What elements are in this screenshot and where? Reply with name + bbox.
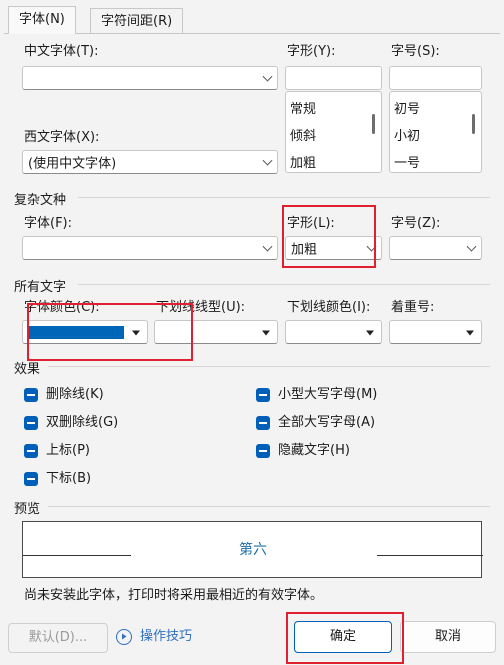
effects-heading: 效果 bbox=[14, 362, 41, 377]
superscript-checkbox[interactable] bbox=[24, 444, 38, 458]
font-color-swatch bbox=[28, 326, 124, 339]
all-caps-label: 全部大写字母(A) bbox=[278, 415, 376, 430]
style-input[interactable] bbox=[285, 66, 382, 90]
font-color-label: 字体颜色(C): bbox=[24, 300, 100, 315]
complex-divider bbox=[78, 197, 490, 198]
default-button[interactable]: 默认(D)... bbox=[8, 623, 108, 653]
complex-font-label: 字体(F): bbox=[24, 216, 73, 231]
tips-label: 操作技巧 bbox=[140, 629, 193, 644]
dropdown-triangle-icon bbox=[132, 330, 140, 336]
cancel-button[interactable]: 取消 bbox=[400, 621, 496, 653]
all-text-divider bbox=[78, 284, 490, 285]
size-item-1[interactable]: 小初 bbox=[394, 125, 420, 144]
western-font-value: (使用中文字体) bbox=[28, 156, 117, 172]
emphasis-label: 着重号: bbox=[391, 300, 435, 315]
style-label: 字形(Y): bbox=[287, 44, 336, 59]
size-list-scrollbar[interactable] bbox=[472, 114, 475, 134]
preview-text: 第六 bbox=[239, 542, 267, 558]
strikethrough-label: 删除线(K) bbox=[46, 387, 104, 402]
chevron-down-icon bbox=[262, 155, 273, 166]
style-item-regular[interactable]: 常规 bbox=[290, 98, 316, 117]
complex-size-select[interactable] bbox=[389, 236, 482, 260]
style-item-italic[interactable]: 倾斜 bbox=[290, 125, 316, 144]
ok-button[interactable]: 确定 bbox=[294, 621, 392, 653]
preview-baseline-left bbox=[23, 555, 131, 556]
preview-divider bbox=[48, 506, 490, 507]
all-caps-checkbox[interactable] bbox=[256, 416, 270, 430]
small-caps-checkbox[interactable] bbox=[256, 388, 270, 402]
preview-baseline-right bbox=[377, 555, 483, 556]
preview-heading: 预览 bbox=[14, 502, 41, 517]
double-strikethrough-label: 双删除线(G) bbox=[46, 415, 119, 430]
size-list[interactable]: 初号 小初 一号 bbox=[389, 91, 482, 173]
preview-box: 第六 bbox=[22, 521, 483, 578]
underline-style-select[interactable] bbox=[154, 320, 278, 344]
all-text-heading: 所有文字 bbox=[14, 280, 67, 295]
dropdown-triangle-icon bbox=[466, 330, 474, 336]
size-item-0[interactable]: 初号 bbox=[394, 98, 420, 117]
chevron-down-icon bbox=[366, 241, 377, 252]
underline-style-label: 下划线线型(U): bbox=[156, 300, 246, 315]
chinese-font-select[interactable] bbox=[22, 66, 278, 90]
chinese-font-label: 中文字体(T): bbox=[24, 44, 99, 59]
tab-font[interactable]: 字体(N) bbox=[8, 6, 76, 34]
size-item-2[interactable]: 一号 bbox=[394, 152, 420, 171]
subscript-checkbox[interactable] bbox=[24, 472, 38, 486]
chevron-down-icon bbox=[466, 241, 477, 252]
chevron-down-icon bbox=[262, 71, 273, 82]
style-list[interactable]: 常规 倾斜 加粗 bbox=[285, 91, 382, 173]
complex-style-label: 字形(L): bbox=[287, 216, 335, 231]
western-font-label: 西文字体(X): bbox=[24, 130, 100, 145]
subscript-label: 下标(B) bbox=[46, 471, 92, 486]
complex-style-value: 加粗 bbox=[291, 242, 318, 258]
style-list-scrollbar[interactable] bbox=[372, 114, 375, 134]
emphasis-select[interactable] bbox=[389, 320, 482, 344]
chevron-down-icon bbox=[262, 241, 273, 252]
play-icon bbox=[116, 629, 132, 645]
superscript-label: 上标(P) bbox=[46, 443, 90, 458]
tab-character-spacing[interactable]: 字符间距(R) bbox=[90, 8, 184, 33]
complex-font-select[interactable] bbox=[22, 236, 278, 260]
size-label: 字号(S): bbox=[391, 44, 440, 59]
style-item-bold[interactable]: 加粗 bbox=[290, 152, 316, 171]
complex-heading: 复杂文种 bbox=[14, 193, 67, 208]
underline-color-select[interactable] bbox=[285, 320, 382, 344]
dropdown-triangle-icon bbox=[366, 330, 374, 336]
small-caps-label: 小型大写字母(M) bbox=[278, 387, 378, 402]
strikethrough-checkbox[interactable] bbox=[24, 388, 38, 402]
double-strikethrough-checkbox[interactable] bbox=[24, 416, 38, 430]
complex-style-select[interactable]: 加粗 bbox=[285, 236, 382, 260]
dropdown-triangle-icon bbox=[262, 330, 270, 336]
size-input[interactable] bbox=[389, 66, 482, 90]
complex-size-label: 字号(Z): bbox=[391, 216, 441, 231]
effects-divider bbox=[48, 366, 490, 367]
hidden-text-label: 隐藏文字(H) bbox=[278, 443, 350, 458]
underline-color-label: 下划线颜色(I): bbox=[287, 300, 371, 315]
hidden-text-checkbox[interactable] bbox=[256, 444, 270, 458]
font-note: 尚未安装此字体，打印时将采用最相近的有效字体。 bbox=[24, 588, 324, 603]
font-color-picker[interactable] bbox=[22, 320, 148, 344]
western-font-select[interactable]: (使用中文字体) bbox=[22, 150, 278, 174]
